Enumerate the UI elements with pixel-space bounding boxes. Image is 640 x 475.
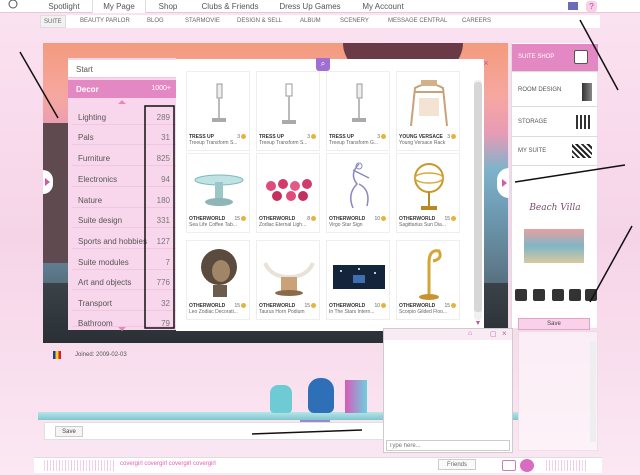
- annotation-arrow: [579, 19, 619, 91]
- annotation-arrow: [251, 429, 363, 435]
- highlight-box: [144, 105, 175, 329]
- annotation-arrow: [589, 225, 633, 303]
- annotation-arrow: [19, 51, 59, 119]
- annotation-overlay: [8, 0, 633, 435]
- annotation-marker: [8, 0, 18, 9]
- annotation-arrow: [514, 164, 626, 183]
